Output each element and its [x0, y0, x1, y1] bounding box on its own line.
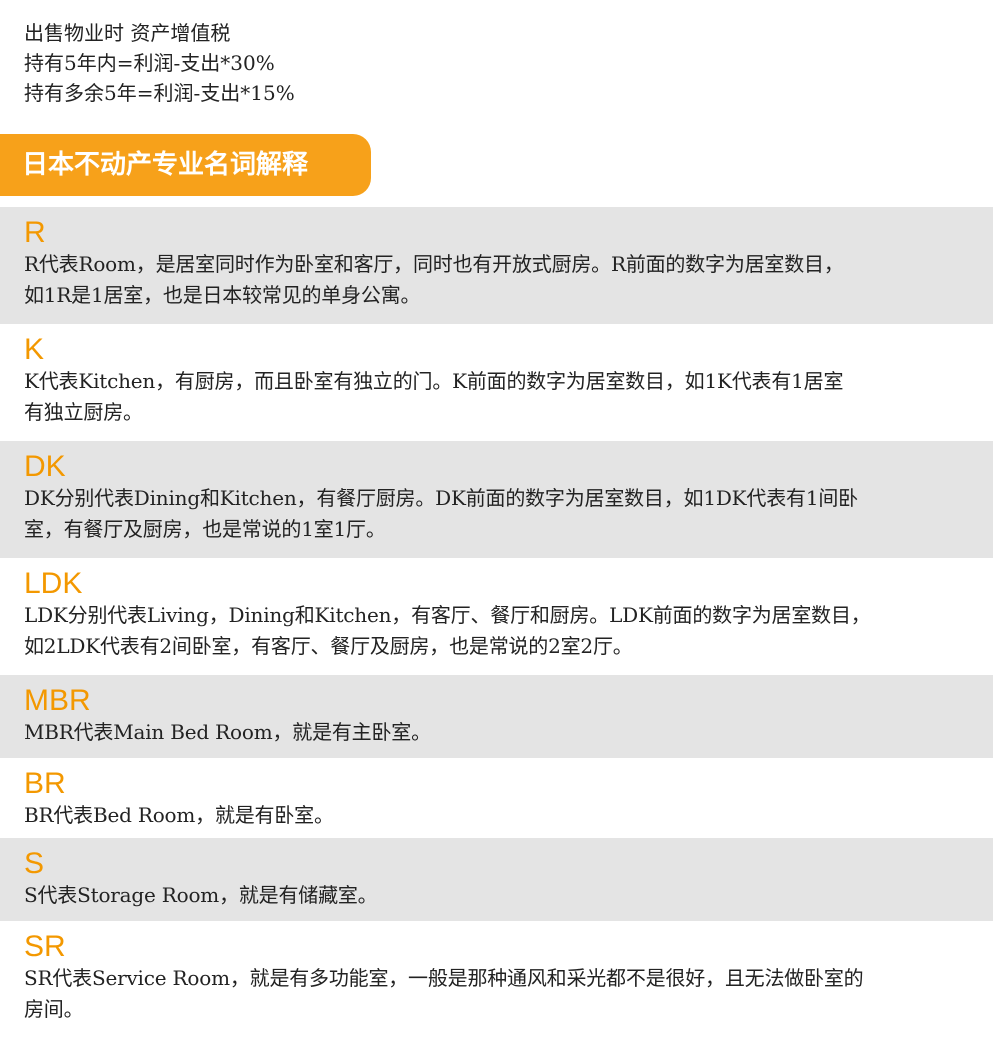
term-description-line: S代表Storage Room，就是有储藏室。	[24, 883, 378, 907]
term-description-line: 如2LDK代表有2间卧室，有客厅、餐厅及厨房，也是常说的2室2厅。	[24, 634, 633, 658]
term-description-line: DK分别代表Dining和Kitchen，有餐厅厨房。DK前面的数字为居室数目，…	[24, 486, 858, 510]
term-description-line: 有独立厨房。	[24, 400, 143, 424]
term-item-mbr: MBR MBR代表Main Bed Room，就是有主卧室。	[0, 675, 993, 758]
term-description-line: LDK分别代表Living，Dining和Kitchen，有客厅、餐厅和厨房。L…	[24, 603, 871, 627]
term-description-line: MBR代表Main Bed Room，就是有主卧室。	[24, 720, 431, 744]
term-item-sr: SR SR代表Service Room，就是有多功能室，一般是那种通风和采光都不…	[0, 921, 993, 1034]
term-description-line: SR代表Service Room，就是有多功能室，一般是那种通风和采光都不是很好…	[24, 966, 864, 990]
intro-line: 持有多余5年=利润-支出*15%	[24, 81, 295, 105]
intro-line: 出售物业时 资产增值税	[24, 21, 231, 45]
term-list: R R代表Room，是居室同时作为卧室和客厅，同时也有开放式厨房。R前面的数字为…	[0, 207, 993, 1034]
term-description-line: BR代表Bed Room，就是有卧室。	[24, 803, 334, 827]
term-item-k: K K代表Kitchen，有厨房，而且卧室有独立的门。K前面的数字为居室数目，如…	[0, 324, 993, 441]
term-code: S	[24, 847, 45, 880]
term-item-r: R R代表Room，是居室同时作为卧室和客厅，同时也有开放式厨房。R前面的数字为…	[0, 207, 993, 324]
term-description-line: K代表Kitchen，有厨房，而且卧室有独立的门。K前面的数字为居室数目，如1K…	[24, 369, 844, 393]
intro-line: 持有5年内=利润-支出*30%	[24, 51, 275, 75]
intro-text: 出售物业时 资产增值税 持有5年内=利润-支出*30% 持有多余5年=利润-支出…	[24, 18, 295, 108]
term-description-line: R代表Room，是居室同时作为卧室和客厅，同时也有开放式厨房。R前面的数字为居室…	[24, 252, 844, 276]
term-code: LDK	[24, 567, 83, 600]
term-code: K	[24, 333, 45, 366]
term-code: MBR	[24, 684, 91, 717]
term-item-ldk: LDK LDK分别代表Living，Dining和Kitchen，有客厅、餐厅和…	[0, 558, 993, 675]
term-item-dk: DK DK分别代表Dining和Kitchen，有餐厅厨房。DK前面的数字为居室…	[0, 441, 993, 558]
term-code: BR	[24, 767, 66, 800]
term-item-br: BR BR代表Bed Room，就是有卧室。	[0, 758, 993, 838]
term-code: SR	[24, 930, 66, 963]
term-code: R	[24, 216, 46, 249]
term-description-line: 室，有餐厅及厨房，也是常说的1室1厅。	[24, 517, 386, 541]
term-code: DK	[24, 450, 66, 483]
term-description-line: 如1R是1居室，也是日本较常见的单身公寓。	[24, 283, 421, 307]
term-item-s: S S代表Storage Room，就是有储藏室。	[0, 838, 993, 921]
section-title: 日本不动产专业名词解释	[0, 134, 371, 196]
term-description-line: 房间。	[24, 997, 84, 1021]
